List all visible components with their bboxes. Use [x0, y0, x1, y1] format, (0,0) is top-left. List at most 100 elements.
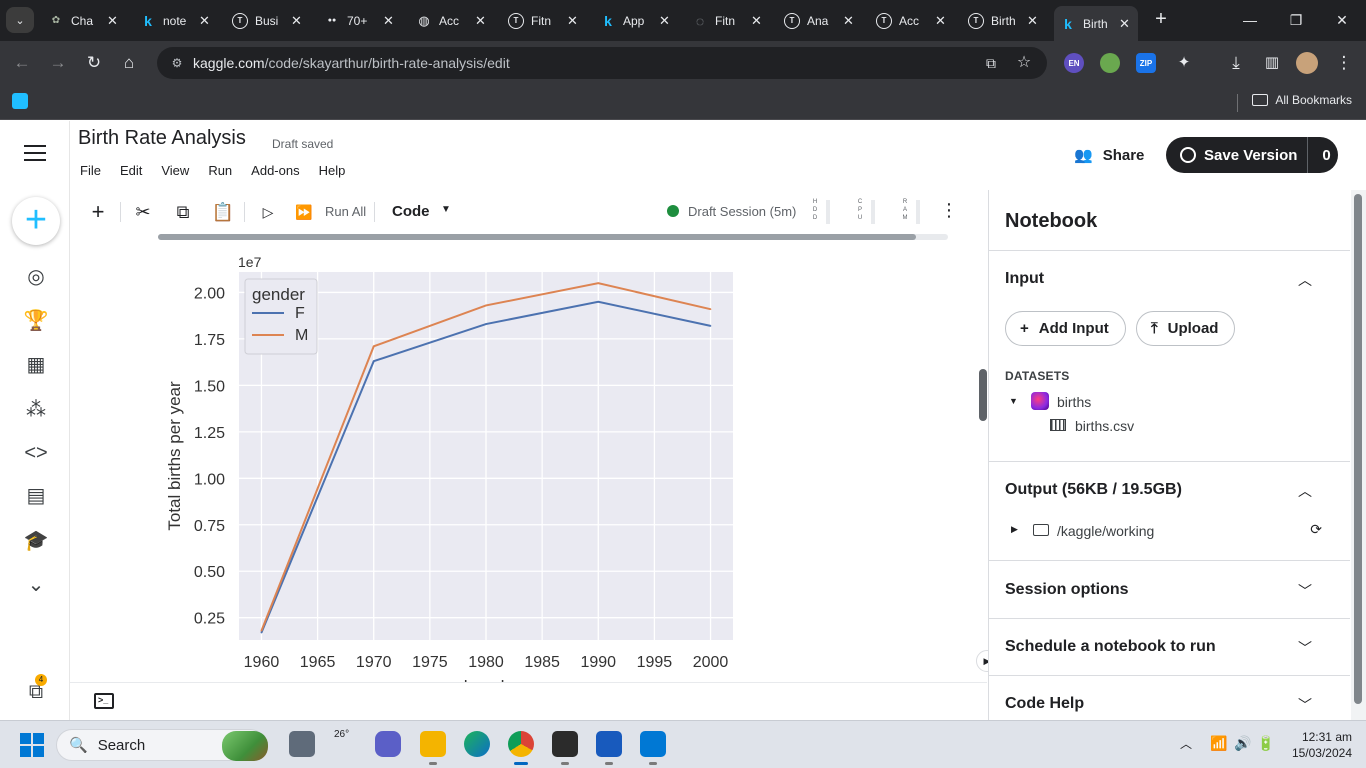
install-app-icon[interactable]: ⧉	[979, 51, 1003, 75]
profile-avatar[interactable]	[1296, 52, 1318, 74]
table-icon[interactable]: ▦	[22, 351, 50, 379]
chevron-up-icon[interactable]: ︿	[1298, 481, 1312, 501]
dataset-file[interactable]: births.csv	[1075, 418, 1134, 434]
code-help-title[interactable]: Code Help	[1005, 695, 1084, 713]
close-tab-icon[interactable]: ✕	[567, 13, 578, 29]
add-cell-icon[interactable]: +	[86, 200, 110, 224]
menu-addons[interactable]: Add-ons	[251, 163, 299, 178]
close-tab-icon[interactable]: ✕	[751, 13, 762, 29]
chrome-icon[interactable]	[508, 731, 534, 765]
new-tab-button[interactable]: +	[1150, 8, 1172, 30]
menu-file[interactable]: File	[80, 163, 101, 178]
run-all-label[interactable]: Run All	[325, 204, 366, 219]
extensions-puzzle-icon[interactable]: ✦	[1172, 51, 1196, 75]
browser-tab[interactable]: ◍ Acc ✕	[416, 6, 486, 35]
close-window-icon[interactable]: ✕	[1330, 8, 1354, 32]
close-tab-icon[interactable]: ✕	[475, 13, 486, 29]
scrollbar-thumb[interactable]	[1354, 194, 1362, 704]
learn-icon[interactable]: 🎓	[22, 527, 50, 555]
models-icon[interactable]: ⁂	[22, 396, 50, 424]
home-icon[interactable]: ⌂	[117, 51, 141, 75]
address-bar[interactable]: ⚙ kaggle.com/code/skayarthur/birth-rate-…	[157, 47, 1047, 79]
word-icon[interactable]	[596, 731, 622, 765]
compass-icon[interactable]: ◎	[22, 263, 50, 291]
url-text[interactable]: kaggle.com/code/skayarthur/birth-rate-an…	[193, 55, 510, 71]
battery-icon[interactable]: 🔋	[1257, 735, 1274, 752]
cut-icon[interactable]: ✂	[131, 200, 155, 224]
chevron-down-icon[interactable]: ﹀	[1298, 638, 1312, 658]
refresh-icon[interactable]: ⟳	[1310, 521, 1322, 538]
wifi-icon[interactable]: 📶	[1210, 735, 1227, 752]
add-input-button[interactable]: + Add Input	[1005, 311, 1126, 346]
browser-tab[interactable]: k Birth ✕	[1054, 6, 1138, 41]
close-tab-icon[interactable]: ✕	[107, 13, 118, 29]
version-count[interactable]: 0	[1322, 147, 1330, 164]
caret-down-icon[interactable]: ▼	[1009, 396, 1018, 406]
browser-tab[interactable]: ✿ Cha ✕	[48, 6, 118, 35]
create-button[interactable]: +	[12, 197, 60, 245]
chevron-up-icon[interactable]: ︿	[1298, 270, 1312, 290]
reload-icon[interactable]: ↻	[82, 51, 106, 75]
output-path[interactable]: /kaggle/working	[1057, 523, 1154, 539]
caret-right-icon[interactable]: ▶	[1011, 524, 1018, 535]
caret-down-icon[interactable]: ▼	[441, 204, 451, 215]
tray-overflow-icon[interactable]: ︿	[1180, 735, 1192, 752]
close-tab-icon[interactable]: ✕	[843, 13, 854, 29]
cell-type-select[interactable]: Code	[392, 203, 430, 220]
save-version-button[interactable]: Save Version 0	[1166, 137, 1338, 173]
ram-meter[interactable]: RAM	[900, 198, 930, 226]
hdd-meter[interactable]: HDD	[810, 198, 840, 226]
menu-view[interactable]: View	[161, 163, 189, 178]
weather-widget[interactable]: 26°	[334, 729, 362, 759]
close-tab-icon[interactable]: ✕	[935, 13, 946, 29]
bookmark-star-icon[interactable]: ☆	[1012, 51, 1036, 75]
browser-tab[interactable]: T Birth ✕	[968, 6, 1038, 35]
menu-run[interactable]: Run	[208, 163, 232, 178]
browser-tab[interactable]: ◌ Fitn ✕	[692, 6, 762, 35]
run-all-icon[interactable]: ⏩	[292, 200, 316, 224]
menu-edit[interactable]: Edit	[120, 163, 142, 178]
share-button[interactable]: 👥 Share	[1074, 144, 1144, 166]
session-status[interactable]: Draft Session (5m)	[688, 204, 796, 219]
color-extension-icon[interactable]	[1100, 53, 1120, 73]
close-tab-icon[interactable]: ✕	[199, 13, 210, 29]
trophy-icon[interactable]: 🏆	[22, 307, 50, 335]
kaggle-bookmark-icon[interactable]	[12, 93, 28, 109]
download-icon[interactable]: ⤓	[1224, 51, 1248, 75]
notebook-title[interactable]: Birth Rate Analysis	[78, 127, 246, 150]
paste-icon[interactable]: 📋	[211, 200, 235, 224]
schedule-title[interactable]: Schedule a notebook to run	[1005, 638, 1216, 656]
system-clock[interactable]: 12:31 am 15/03/2024	[1286, 729, 1352, 761]
run-cell-icon[interactable]: ▷	[256, 200, 280, 224]
session-options-title[interactable]: Session options	[1005, 581, 1129, 599]
file-explorer-icon[interactable]	[420, 731, 446, 765]
upload-button[interactable]: ⤒ Upload	[1136, 311, 1236, 346]
browser-tab[interactable]: ●● 70+ ✕	[324, 6, 394, 35]
chevron-down-icon[interactable]: ﹀	[1298, 581, 1312, 601]
close-tab-icon[interactable]: ✕	[291, 13, 302, 29]
close-tab-icon[interactable]: ✕	[383, 13, 394, 29]
teams-icon[interactable]	[375, 731, 401, 757]
zip-extension-icon[interactable]: ZIP	[1136, 53, 1156, 73]
forward-icon[interactable]: →	[46, 51, 70, 75]
back-icon[interactable]: ←	[10, 51, 34, 75]
dataset-name[interactable]: births	[1057, 394, 1091, 410]
chrome-menu-icon[interactable]: ⋮	[1332, 51, 1356, 75]
tab-search-button[interactable]: ⌄	[6, 7, 34, 33]
close-tab-icon[interactable]: ✕	[1027, 13, 1038, 29]
browser-tab[interactable]: k note ✕	[140, 6, 210, 35]
browser-tab[interactable]: T Acc ✕	[876, 6, 946, 35]
terminal-icon[interactable]	[552, 731, 578, 765]
console-icon[interactable]: >_	[94, 693, 114, 709]
close-tab-icon[interactable]: ✕	[659, 13, 670, 29]
panel-scrollbar[interactable]	[1351, 190, 1366, 720]
output-section-title[interactable]: Output (56KB / 19.5GB)	[1005, 481, 1182, 499]
copy-icon[interactable]: ⧉	[171, 200, 195, 224]
close-tab-icon[interactable]: ✕	[1119, 16, 1130, 32]
cpu-meter[interactable]: CPU	[855, 198, 885, 226]
task-view-icon[interactable]	[289, 731, 315, 757]
vscode-icon[interactable]	[640, 731, 666, 765]
browser-tab[interactable]: T Fitn ✕	[508, 6, 578, 35]
search-highlight-image[interactable]	[222, 731, 268, 761]
windows-start-icon[interactable]	[20, 733, 44, 757]
